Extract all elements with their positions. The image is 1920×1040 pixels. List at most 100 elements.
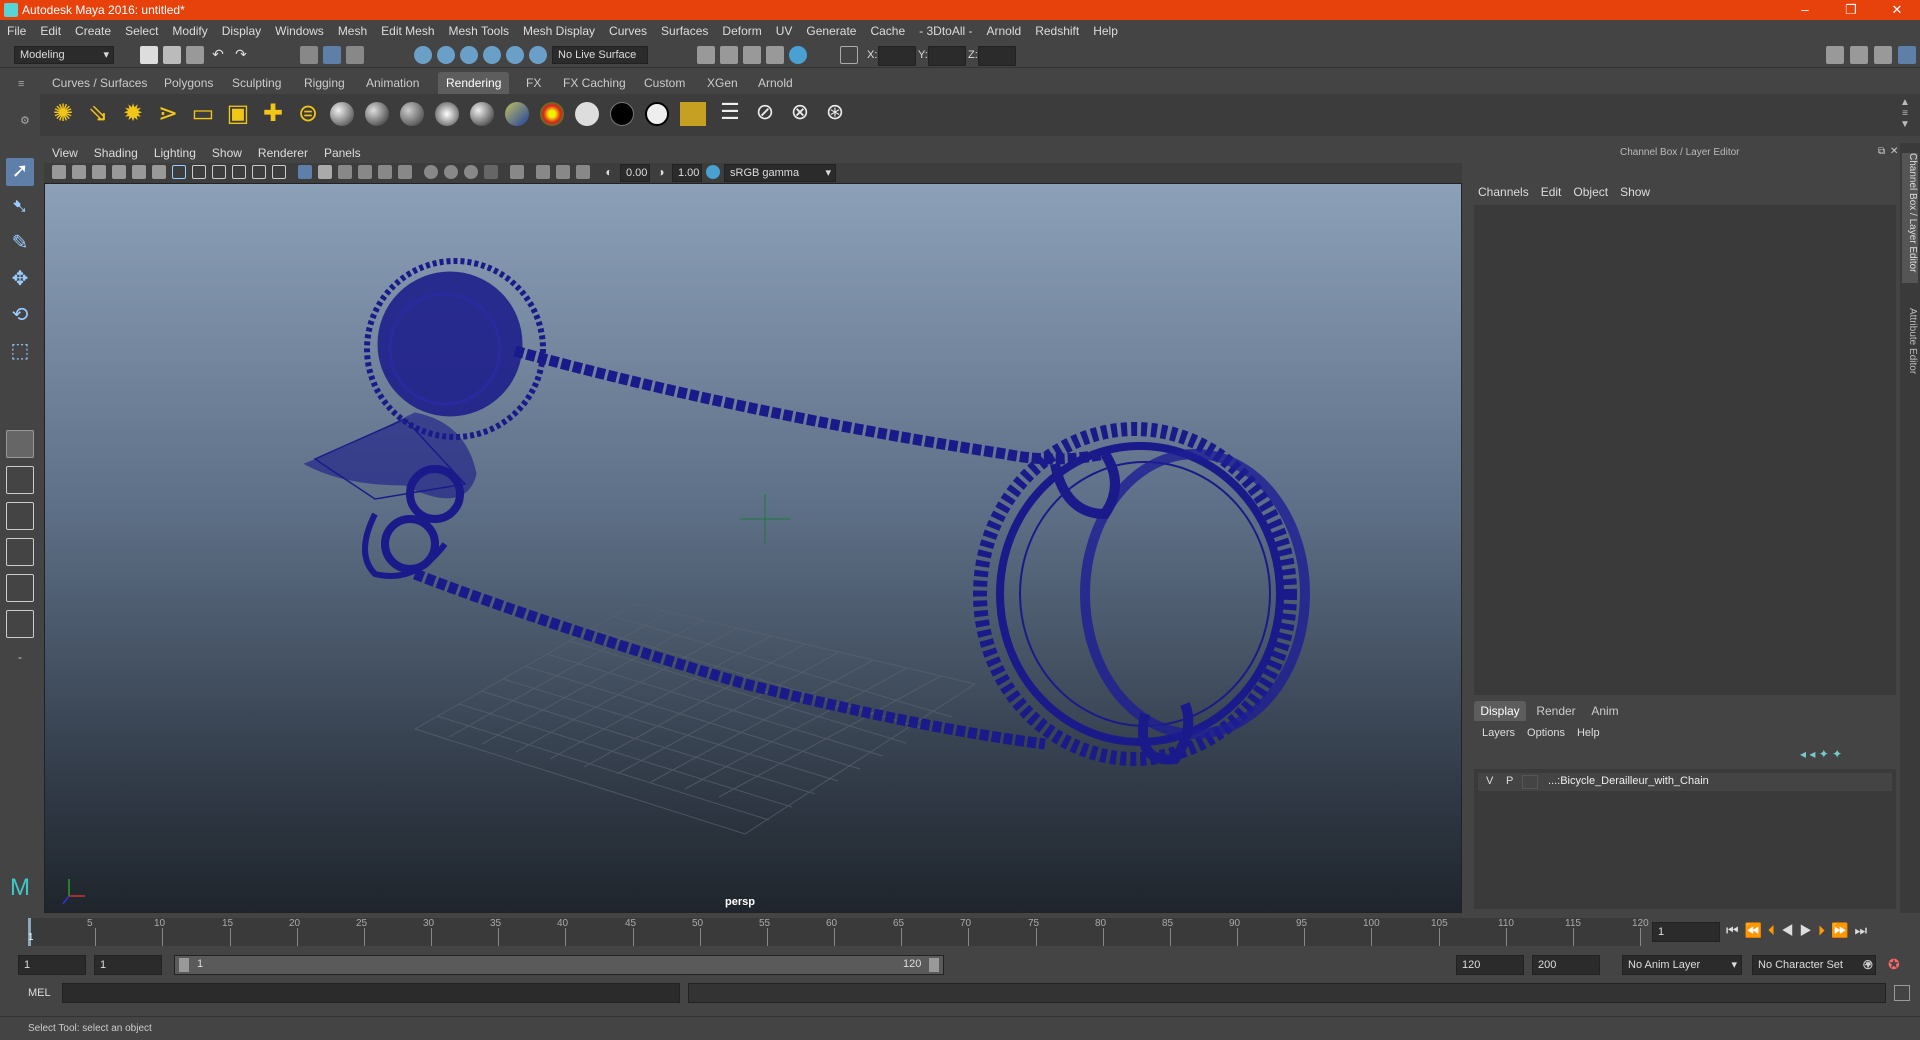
anim-layer-dropdown[interactable]: No Anim Layer ▾: [1622, 955, 1742, 975]
menu-display[interactable]: Display: [215, 20, 268, 42]
new-scene-icon[interactable]: [140, 46, 158, 64]
channel-edit-menu[interactable]: Edit: [1541, 185, 1562, 199]
channels-menu[interactable]: Channels: [1478, 185, 1529, 199]
image-plane-icon[interactable]: [112, 165, 126, 179]
render-view-icon[interactable]: [697, 46, 715, 64]
single-pane-layout-icon[interactable]: [6, 430, 34, 458]
shelf-tab-xgen[interactable]: XGen: [699, 72, 746, 94]
shelf-scroll-icon[interactable]: ▲ ≡ ▼: [1898, 97, 1912, 130]
2d-pan-zoom-icon[interactable]: [132, 165, 146, 179]
menu-mesh-tools[interactable]: Mesh Tools: [442, 20, 516, 42]
mel-label[interactable]: MEL: [28, 987, 51, 999]
snap-view-icon[interactable]: [483, 46, 501, 64]
range-end-handle[interactable]: [929, 958, 939, 972]
viewport-menu-view[interactable]: View: [44, 143, 86, 163]
step-forward-icon[interactable]: ⏩: [1831, 922, 1854, 938]
open-scene-icon[interactable]: [163, 46, 181, 64]
layer-tab-anim[interactable]: Anim: [1582, 701, 1628, 721]
paint-select-icon[interactable]: ✎: [6, 230, 34, 258]
shelf-menu-icon[interactable]: ≡: [18, 78, 32, 92]
four-pane-layout-icon[interactable]: [6, 466, 34, 494]
viewport[interactable]: persp: [44, 183, 1462, 913]
x-field[interactable]: [878, 46, 916, 66]
depth-of-field-icon[interactable]: [484, 165, 498, 179]
viewport-menu-show[interactable]: Show: [204, 143, 250, 163]
redo-icon[interactable]: ↷: [232, 46, 250, 64]
persp-hypershade-layout-icon[interactable]: [6, 610, 34, 638]
bicycle-derailleur-chain-mesh[interactable]: [303, 258, 1310, 766]
shelf-tab-rendering[interactable]: Rendering: [438, 72, 510, 94]
auto-key-icon[interactable]: ⊕: [1862, 956, 1880, 974]
film-gate-icon[interactable]: [192, 165, 206, 179]
shelf-tab-curves-surfaces[interactable]: Curves / Surfaces: [44, 72, 155, 94]
snap-grid-icon[interactable]: [414, 46, 432, 64]
two-pane-layout-icon[interactable]: [6, 502, 34, 530]
color-management-icon[interactable]: [706, 165, 720, 179]
transform-constraint-icon[interactable]: [840, 46, 858, 64]
lambert-icon[interactable]: [400, 102, 424, 126]
menu-edit[interactable]: Edit: [33, 20, 68, 42]
gamma-icon[interactable]: ◑: [654, 165, 668, 179]
render-icon[interactable]: [680, 102, 706, 126]
ambient-occlusion-icon[interactable]: [424, 165, 438, 179]
field-chart-icon[interactable]: [252, 165, 266, 179]
menu-cache[interactable]: Cache: [863, 20, 912, 42]
character-set-dropdown[interactable]: No Character Set ▾: [1752, 955, 1876, 975]
close-panel-icon[interactable]: ✕: [1890, 146, 1898, 157]
snap-surface-icon[interactable]: [506, 46, 524, 64]
shelf-tab-fx-caching[interactable]: FX Caching: [555, 72, 634, 94]
ambient-light-icon[interactable]: ✺: [48, 99, 78, 129]
point-light-icon[interactable]: ✹: [118, 99, 148, 129]
menu-modify[interactable]: Modify: [165, 20, 214, 42]
maximize-button[interactable]: ❐: [1828, 0, 1874, 20]
menu-select[interactable]: Select: [118, 20, 165, 42]
preferences-icon[interactable]: ✪: [1888, 956, 1906, 974]
color-space-dropdown[interactable]: sRGB gamma ▾: [724, 164, 836, 182]
select-camera-icon[interactable]: [52, 165, 66, 179]
gate-mask-icon[interactable]: [232, 165, 246, 179]
menu-3dtoall[interactable]: - 3DtoAll -: [912, 20, 979, 42]
exposure-icon[interactable]: ◐: [602, 165, 616, 179]
menu-windows[interactable]: Windows: [268, 20, 331, 42]
layer-visibility-toggle[interactable]: V: [1486, 775, 1493, 787]
camera-attributes-icon[interactable]: [72, 165, 86, 179]
script-editor-icon[interactable]: [1894, 985, 1910, 1001]
anti-aliasing-icon[interactable]: [464, 165, 478, 179]
smooth-shade-icon[interactable]: [318, 165, 332, 179]
menu-surfaces[interactable]: Surfaces: [654, 20, 715, 42]
shelf-settings-icon[interactable]: ⚙: [20, 114, 32, 127]
render-settings-icon[interactable]: [766, 46, 784, 64]
go-to-start-icon[interactable]: ⏮: [1726, 922, 1745, 938]
menu-deform[interactable]: Deform: [715, 20, 768, 42]
anisotropic-icon[interactable]: [505, 102, 529, 126]
camera-aim-icon[interactable]: ⊜: [293, 99, 323, 129]
side-tab-attribute-editor[interactable]: Attribute Editor: [1902, 308, 1918, 408]
shelf-tab-polygons[interactable]: Polygons: [156, 72, 221, 94]
select-hierarchy-icon[interactable]: [300, 46, 318, 64]
ipr-render-icon[interactable]: [743, 46, 761, 64]
area-light-icon[interactable]: ▭: [188, 99, 218, 129]
grid-toggle-icon[interactable]: [172, 165, 186, 179]
layer-options-menu[interactable]: Options: [1527, 727, 1565, 739]
wireframe-on-shaded-icon[interactable]: [338, 165, 352, 179]
play-back-icon[interactable]: ◀: [1781, 922, 1800, 938]
step-back-key-icon[interactable]: ⏴: [1768, 922, 1781, 938]
menu-redshift[interactable]: Redshift: [1028, 20, 1086, 42]
menu-mesh-display[interactable]: Mesh Display: [516, 20, 602, 42]
render-settings-shelf-icon[interactable]: ⊘: [750, 99, 780, 129]
exposure-field[interactable]: 0.00: [620, 164, 650, 182]
y-field[interactable]: [928, 46, 966, 66]
layer-type-toggle[interactable]: [1522, 775, 1538, 789]
volume-light-icon[interactable]: ▣: [223, 99, 253, 129]
live-surface-field[interactable]: No Live Surface: [552, 46, 648, 64]
motion-blur-icon[interactable]: [444, 165, 458, 179]
menu-arnold[interactable]: Arnold: [980, 20, 1029, 42]
spot-light-icon[interactable]: ⋗: [153, 99, 183, 129]
range-bar[interactable]: 1 120: [174, 955, 944, 975]
step-back-icon[interactable]: ⏪: [1745, 922, 1768, 938]
standard-surface-icon[interactable]: [330, 102, 354, 126]
isolate-select-icon[interactable]: [510, 165, 524, 179]
menu-curves[interactable]: Curves: [602, 20, 654, 42]
shelf-tab-animation[interactable]: Animation: [358, 72, 427, 94]
blinn-icon[interactable]: [365, 102, 389, 126]
